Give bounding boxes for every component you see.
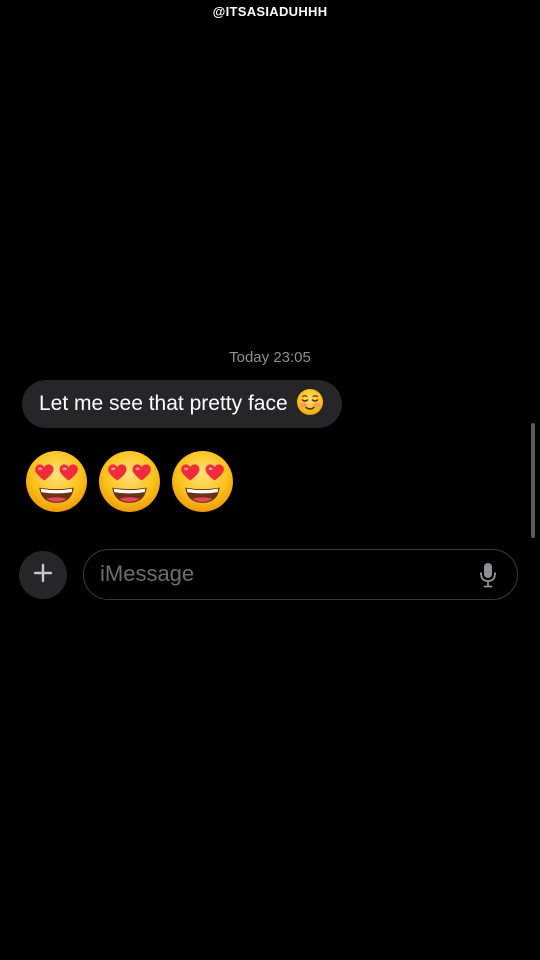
message-input-container[interactable] (83, 549, 518, 600)
received-message-bubble[interactable]: Let me see that pretty face (22, 380, 342, 428)
scroll-indicator[interactable] (531, 423, 535, 538)
smiling-face-with-heart-eyes-icon (24, 449, 89, 514)
smiling-face-with-heart-eyes-icon (170, 449, 235, 514)
message-input[interactable] (100, 550, 460, 598)
add-attachment-button[interactable] (19, 551, 67, 599)
message-timestamp: Today 23:05 (229, 349, 311, 366)
smiling-face-with-heart-eyes-icon (97, 449, 162, 514)
plus-icon (33, 563, 53, 588)
smiling-face-with-blush-icon (296, 388, 324, 421)
message-text: Let me see that pretty face (39, 392, 288, 415)
watermark-handle: @ITSASIADUHHH (212, 4, 328, 19)
microphone-icon[interactable] (479, 562, 497, 588)
emoji-message[interactable] (24, 449, 235, 514)
